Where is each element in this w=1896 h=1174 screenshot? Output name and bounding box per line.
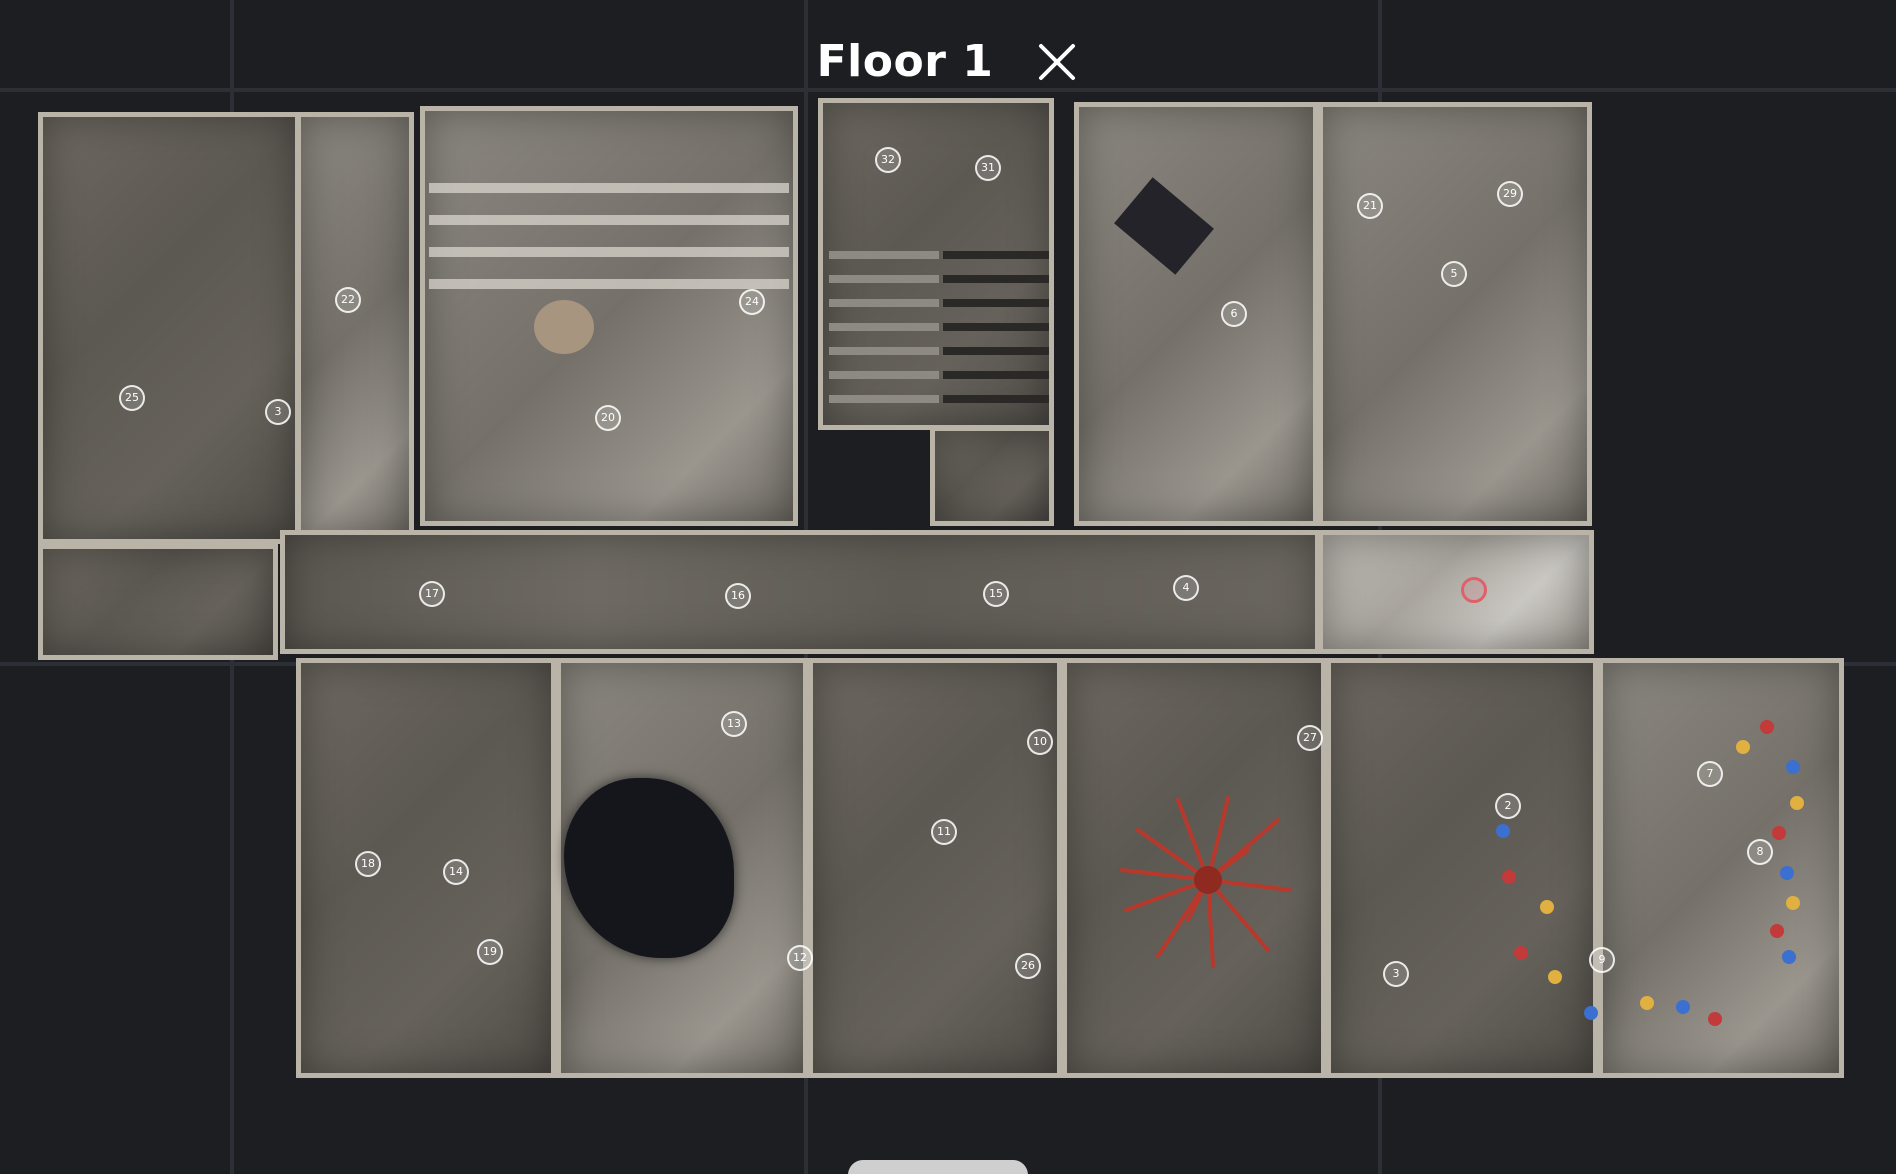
stair-step bbox=[829, 275, 939, 283]
stair-step bbox=[943, 275, 1049, 283]
paw-print bbox=[1584, 1006, 1598, 1020]
red-installation bbox=[1120, 796, 1292, 968]
scan-point-pin[interactable]: 26 bbox=[1015, 953, 1041, 979]
scan-point-pin[interactable]: 15 bbox=[983, 581, 1009, 607]
scan-point-pin[interactable]: 7 bbox=[1697, 761, 1723, 787]
paw-print bbox=[1790, 796, 1804, 810]
scan-point-pin[interactable]: 24 bbox=[739, 289, 765, 315]
stair-void bbox=[818, 430, 930, 526]
stair-step bbox=[943, 395, 1049, 403]
scan-point-pin[interactable]: 32 bbox=[875, 147, 901, 173]
stair-step bbox=[829, 347, 939, 355]
scan-point-pin[interactable]: 17 bbox=[419, 581, 445, 607]
round-rug bbox=[534, 300, 594, 354]
paw-print bbox=[1548, 970, 1562, 984]
current-location-pin[interactable] bbox=[1461, 577, 1487, 603]
paw-print bbox=[1772, 826, 1786, 840]
scan-point-pin[interactable]: 21 bbox=[1357, 193, 1383, 219]
scan-point-pin[interactable]: 3 bbox=[265, 399, 291, 425]
stair-step bbox=[943, 323, 1049, 331]
stair-step bbox=[829, 323, 939, 331]
room-north-east-a bbox=[1074, 102, 1318, 526]
shelf bbox=[429, 279, 789, 289]
scan-point-pin[interactable]: 14 bbox=[443, 859, 469, 885]
scan-point-pin[interactable]: 5 bbox=[1441, 261, 1467, 287]
paw-print bbox=[1708, 1012, 1722, 1026]
paw-print bbox=[1676, 1000, 1690, 1014]
room-south-east bbox=[1326, 658, 1598, 1078]
scan-point-pin[interactable]: 22 bbox=[335, 287, 361, 313]
stair-landing bbox=[930, 426, 1054, 526]
shelf bbox=[429, 183, 789, 193]
paw-print bbox=[1786, 896, 1800, 910]
scan-point-pin[interactable]: 3 bbox=[1383, 961, 1409, 987]
scan-point-pin[interactable]: 6 bbox=[1221, 301, 1247, 327]
scan-point-pin[interactable]: 11 bbox=[931, 819, 957, 845]
room-gallery-shelves bbox=[420, 106, 798, 526]
bottom-sheet-handle[interactable] bbox=[848, 1160, 1028, 1174]
paw-print bbox=[1496, 824, 1510, 838]
paw-print bbox=[1540, 900, 1554, 914]
scan-point-pin[interactable]: 8 bbox=[1747, 839, 1773, 865]
scan-point-pin[interactable]: 25 bbox=[119, 385, 145, 411]
grid-line bbox=[0, 88, 1896, 92]
floor-plan-viewer[interactable]: Floor 1 32 31 29 21 5 6 25 3 20 22 24 17… bbox=[0, 0, 1896, 1174]
stair-step bbox=[829, 251, 939, 259]
stair-step bbox=[829, 299, 939, 307]
paw-print bbox=[1640, 996, 1654, 1010]
stair-step bbox=[943, 371, 1049, 379]
room-storage bbox=[38, 544, 278, 660]
room-north-east-b bbox=[1318, 102, 1592, 526]
paw-print bbox=[1786, 760, 1800, 774]
stair-step bbox=[829, 371, 939, 379]
scan-point-pin[interactable]: 2 bbox=[1495, 793, 1521, 819]
floor-header: Floor 1 bbox=[0, 36, 1896, 87]
scan-point-pin[interactable]: 31 bbox=[975, 155, 1001, 181]
paw-print bbox=[1760, 720, 1774, 734]
paw-print bbox=[1736, 740, 1750, 754]
paw-print bbox=[1782, 950, 1796, 964]
scan-point-pin[interactable]: 10 bbox=[1027, 729, 1053, 755]
scan-point-pin[interactable]: 20 bbox=[595, 405, 621, 431]
scan-point-pin[interactable]: 29 bbox=[1497, 181, 1523, 207]
stair-step bbox=[829, 395, 939, 403]
hallway-east bbox=[1318, 530, 1594, 654]
room-south-west bbox=[296, 658, 556, 1078]
stairwell bbox=[818, 98, 1054, 430]
stair-step bbox=[943, 299, 1049, 307]
room-north-west-annex bbox=[296, 112, 414, 544]
scan-point-pin[interactable]: 4 bbox=[1173, 575, 1199, 601]
stair-step bbox=[943, 347, 1049, 355]
paw-print bbox=[1502, 870, 1516, 884]
scan-point-pin[interactable]: 12 bbox=[787, 945, 813, 971]
stair-step bbox=[943, 251, 1049, 259]
floor-title[interactable]: Floor 1 bbox=[817, 36, 994, 87]
scan-point-pin[interactable]: 19 bbox=[477, 939, 503, 965]
scan-point-pin[interactable]: 13 bbox=[721, 711, 747, 737]
close-button[interactable] bbox=[1035, 40, 1079, 84]
scan-point-pin[interactable]: 16 bbox=[725, 583, 751, 609]
paw-print bbox=[1770, 924, 1784, 938]
shelf bbox=[429, 247, 789, 257]
paw-print bbox=[1514, 946, 1528, 960]
scan-point-pin[interactable]: 18 bbox=[355, 851, 381, 877]
room-south-center bbox=[808, 658, 1062, 1078]
room-north-west bbox=[38, 112, 300, 544]
shelf bbox=[429, 215, 789, 225]
paw-print bbox=[1780, 866, 1794, 880]
close-icon bbox=[1039, 43, 1076, 80]
scan-point-pin[interactable]: 27 bbox=[1297, 725, 1323, 751]
scan-point-pin[interactable]: 9 bbox=[1589, 947, 1615, 973]
